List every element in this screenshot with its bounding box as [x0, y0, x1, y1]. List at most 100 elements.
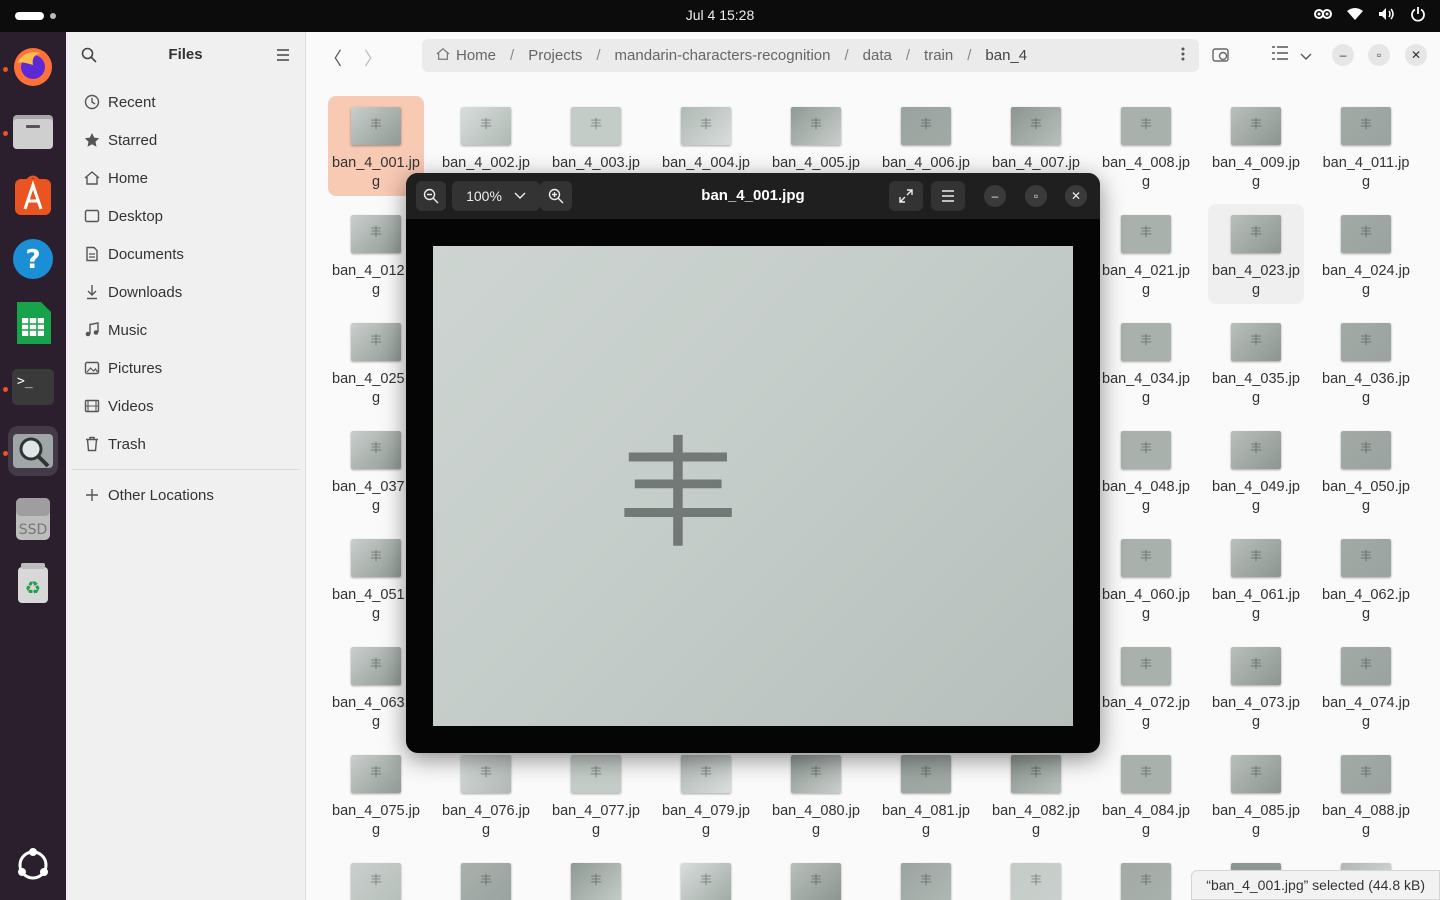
zoom-out-icon[interactable] [416, 181, 446, 211]
viewer-menu-icon[interactable] [931, 181, 965, 211]
file-tile[interactable]: ban_4_023.jpg [1208, 204, 1304, 304]
file-name: ban_4_062.jpg [1322, 587, 1410, 622]
viewer-minimize-button[interactable]: – [984, 185, 1006, 207]
image-thumbnail[interactable] [791, 863, 841, 900]
file-tile[interactable]: ban_4_073.jpg [1208, 636, 1304, 736]
image-thumbnail[interactable] [1011, 863, 1061, 900]
file-tile[interactable]: ban_4_060.jpg [1098, 528, 1194, 628]
breadcrumb-current[interactable]: ban_4 [985, 47, 1027, 64]
list-view-icon[interactable] [1272, 46, 1288, 65]
firefox-icon[interactable] [8, 42, 58, 92]
file-tile[interactable]: ban_4_076.jpg [438, 744, 534, 844]
breadcrumb-item[interactable]: Projects [528, 47, 582, 64]
sidebar-item-downloads[interactable]: Downloads [84, 277, 182, 307]
file-tile[interactable]: ban_4_081.jpg [878, 744, 974, 844]
image-thumbnail[interactable] [571, 863, 621, 900]
sidebar-item-documents[interactable]: Documents [84, 239, 184, 269]
breadcrumb-item[interactable]: train [924, 47, 953, 64]
accessibility-icon[interactable] [1314, 7, 1332, 21]
chevron-down-icon[interactable] [1300, 48, 1312, 66]
file-tile[interactable]: ban_4_061.jpg [1208, 528, 1304, 628]
file-name: ban_4_088.jpg [1322, 803, 1410, 838]
kebab-menu-icon[interactable] [1181, 47, 1185, 65]
download-icon [87, 285, 97, 300]
file-name: ban_4_021.jpg [1102, 263, 1190, 298]
image-thumbnail [1341, 539, 1391, 577]
file-tile[interactable]: ban_4_088.jpg [1318, 744, 1414, 844]
image-thumbnail[interactable] [681, 863, 731, 900]
files-app-icon[interactable] [8, 106, 58, 156]
file-tile[interactable]: ban_4_048.jpg [1098, 420, 1194, 520]
displayed-image[interactable]: 丰 [433, 246, 1073, 726]
image-thumbnail[interactable] [461, 863, 511, 900]
file-tile[interactable]: ban_4_011.jpg [1318, 96, 1414, 196]
file-tile[interactable]: ban_4_035.jpg [1208, 312, 1304, 412]
image-thumbnail [791, 755, 841, 793]
forward-arrow-icon[interactable]: 〉 [364, 45, 382, 71]
file-tile[interactable]: ban_4_079.jpg [658, 744, 754, 844]
zoom-in-icon[interactable] [540, 181, 572, 211]
file-name: ban_4_008.jpg [1102, 155, 1190, 190]
terminal-icon[interactable]: >_ [8, 362, 58, 412]
image-thumbnail[interactable] [1121, 863, 1171, 900]
handwritten-character: 丰 [618, 426, 738, 565]
file-tile[interactable]: ban_4_075.jpg [328, 744, 424, 844]
file-tile[interactable]: ban_4_072.jpg [1098, 636, 1194, 736]
sidebar-item-recent[interactable]: Recent [84, 87, 156, 117]
trash-dock-icon[interactable]: ♻ [8, 558, 58, 608]
drive-icon[interactable]: SSD [8, 494, 58, 544]
help-icon[interactable]: ? [8, 234, 58, 284]
breadcrumb-item[interactable]: Home [456, 47, 496, 64]
sidebar-item-home[interactable]: Home [84, 163, 148, 193]
spreadsheet-icon[interactable] [8, 298, 58, 348]
sidebar-item-pictures[interactable]: Pictures [84, 353, 162, 383]
file-tile[interactable]: ban_4_050.jpg [1318, 420, 1414, 520]
image-thumbnail[interactable] [901, 863, 951, 900]
power-icon[interactable] [1410, 6, 1426, 22]
sidebar-item-music[interactable]: Music [84, 315, 147, 345]
maximize-button[interactable]: ▫ [1368, 44, 1390, 66]
sidebar-item-videos[interactable]: Videos [84, 391, 154, 421]
show-apps-icon[interactable] [8, 840, 58, 890]
file-tile[interactable]: ban_4_084.jpg [1098, 744, 1194, 844]
breadcrumb-item[interactable]: mandarin-characters-recognition [615, 47, 831, 64]
file-name: ban_4_076.jpg [442, 803, 530, 838]
volume-icon[interactable] [1378, 7, 1396, 21]
system-tray[interactable] [1314, 6, 1426, 22]
sidebar-item-starred[interactable]: Starred [84, 125, 157, 155]
back-arrow-icon[interactable]: 〈 [324, 45, 342, 71]
close-button[interactable]: ✕ [1405, 44, 1427, 66]
sidebar-item-trash[interactable]: Trash [84, 429, 146, 459]
file-name: ban_4_060.jpg [1102, 587, 1190, 622]
minimize-button[interactable]: – [1332, 44, 1354, 66]
file-tile[interactable]: ban_4_077.jpg [548, 744, 644, 844]
file-tile[interactable]: ban_4_062.jpg [1318, 528, 1414, 628]
file-tile[interactable]: ban_4_009.jpg [1208, 96, 1304, 196]
file-tile[interactable]: ban_4_008.jpg [1098, 96, 1194, 196]
file-tile[interactable]: ban_4_049.jpg [1208, 420, 1304, 520]
zoom-level-dropdown[interactable]: 100% [452, 181, 540, 211]
search-files-icon[interactable] [1212, 46, 1232, 69]
file-tile[interactable]: ban_4_036.jpg [1318, 312, 1414, 412]
file-tile[interactable]: ban_4_074.jpg [1318, 636, 1414, 736]
file-tile[interactable]: ban_4_024.jpg [1318, 204, 1414, 304]
sidebar-item-desktop[interactable]: Desktop [84, 201, 163, 231]
viewer-close-button[interactable]: ✕ [1065, 185, 1087, 207]
breadcrumb-separator: / [967, 47, 972, 64]
viewer-maximize-button[interactable]: ▫ [1025, 185, 1047, 207]
file-tile[interactable]: ban_4_021.jpg [1098, 204, 1194, 304]
fullscreen-icon[interactable] [889, 181, 923, 211]
file-tile[interactable]: ban_4_085.jpg [1208, 744, 1304, 844]
image-viewer-icon[interactable] [8, 426, 58, 476]
breadcrumb-item[interactable]: data [863, 47, 892, 64]
hamburger-menu-icon[interactable] [277, 48, 289, 66]
app-center-icon[interactable] [8, 170, 58, 220]
file-tile[interactable]: ban_4_034.jpg [1098, 312, 1194, 412]
sidebar-item-other-locations[interactable]: Other Locations [84, 480, 214, 510]
file-tile[interactable]: ban_4_082.jpg [988, 744, 1084, 844]
sidebar-item-label: Recent [108, 93, 156, 111]
image-thumbnail[interactable] [351, 863, 401, 900]
clock[interactable]: Jul 4 15:28 [0, 7, 1440, 23]
wifi-icon[interactable] [1346, 7, 1364, 21]
file-tile[interactable]: ban_4_080.jpg [768, 744, 864, 844]
